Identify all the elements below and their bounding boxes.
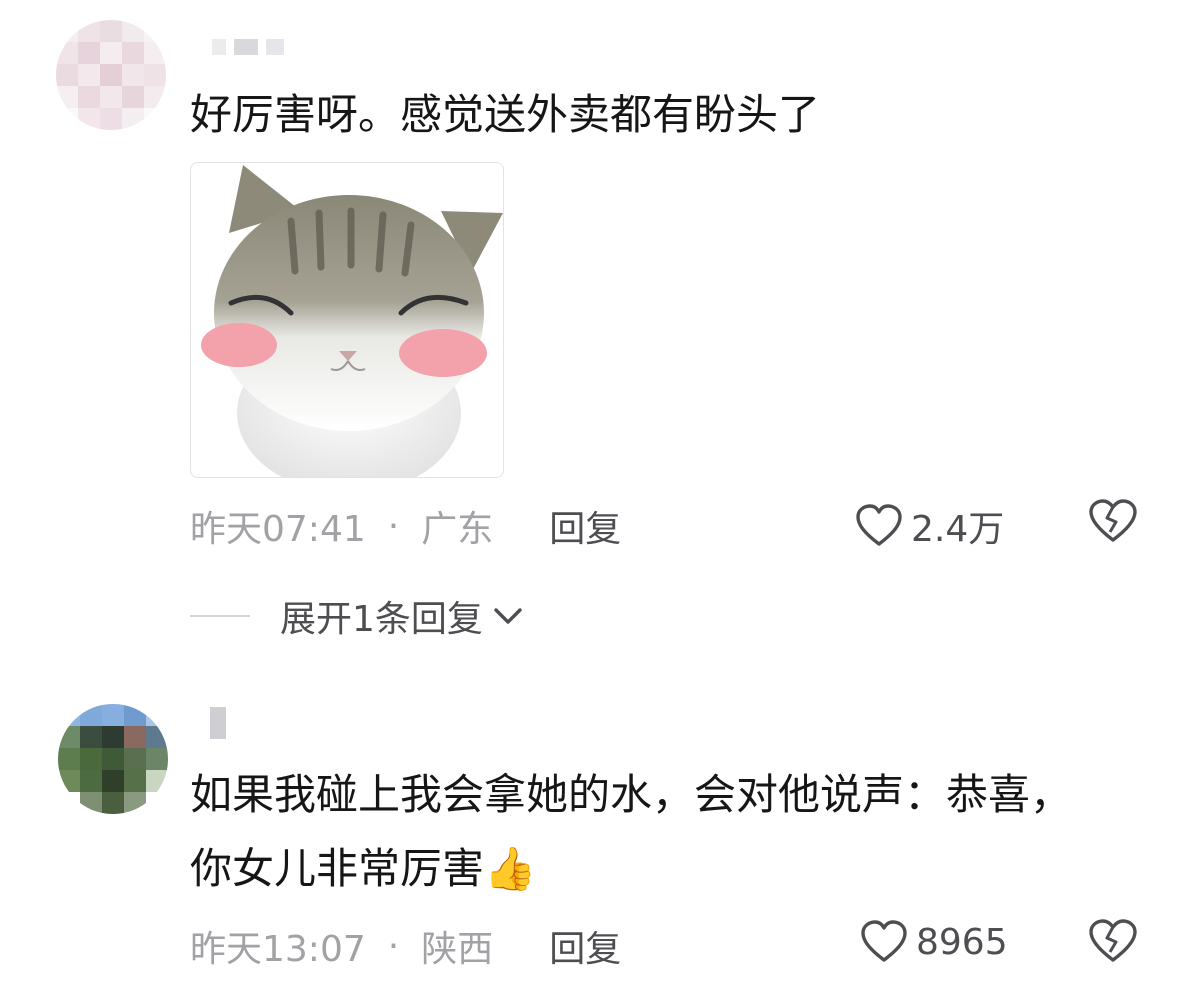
username-blurred[interactable] (210, 706, 226, 740)
avatar[interactable] (56, 20, 166, 130)
broken-heart-icon (1089, 919, 1137, 962)
expand-replies-label: 展开1条回复 (280, 599, 483, 640)
meta-separator: · (387, 505, 400, 547)
comment-meta: 昨天13:07 · 陕西 回复 (190, 920, 621, 972)
comment-text-line-2-body: 你女儿非常厉害 (190, 844, 485, 893)
username-blurred[interactable] (212, 36, 284, 58)
thumbs-up-emoji: 👍 (484, 844, 537, 893)
cat-illustration (201, 165, 503, 477)
comment-meta: 昨天07:41 · 广东 回复 (190, 500, 621, 552)
blushing-cat-sticker[interactable] (190, 162, 504, 478)
comment-location: 陕西 (421, 929, 494, 970)
like-count: 8965 (916, 921, 1008, 963)
divider-line (190, 615, 250, 617)
comment-time: 昨天13:07 (190, 929, 366, 970)
dislike-button[interactable] (1088, 498, 1138, 548)
like-button[interactable]: 8965 (860, 920, 1008, 964)
meta-separator: · (387, 925, 400, 967)
heart-outline-icon (856, 504, 902, 546)
comment-text-line-1: 如果我碰上我会拿她的水，会对他说声：恭喜， (190, 770, 1073, 819)
reply-button[interactable]: 回复 (549, 500, 621, 552)
chevron-down-icon (494, 608, 522, 624)
avatar[interactable] (58, 704, 168, 814)
comment-location: 广东 (421, 509, 494, 550)
reply-button[interactable]: 回复 (549, 920, 621, 972)
expand-replies-button[interactable]: 展开1条回复 (190, 590, 525, 642)
dislike-button[interactable] (1088, 918, 1138, 968)
broken-heart-icon (1089, 499, 1137, 542)
comment-text-line-2: 你女儿非常厉害👍 (190, 838, 536, 900)
like-button[interactable]: 2.4万 (855, 500, 1004, 552)
comment-text: 好厉害呀。感觉送外卖都有盼头了 (190, 90, 821, 139)
like-count: 2.4万 (911, 509, 1005, 550)
comment-time: 昨天07:41 (190, 509, 366, 550)
heart-outline-icon (861, 920, 907, 962)
